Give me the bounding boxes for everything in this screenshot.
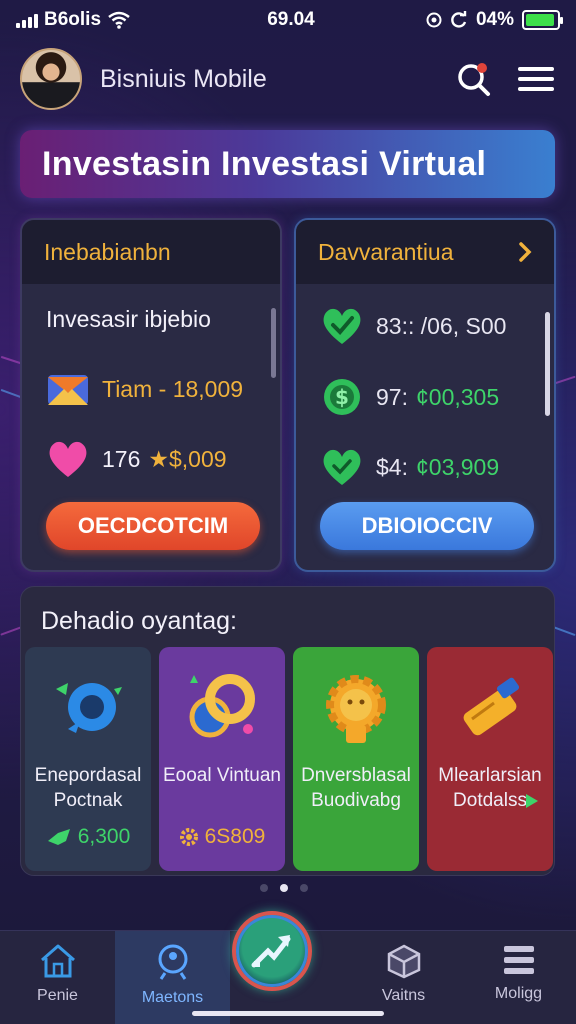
- battery-icon: [522, 10, 563, 30]
- trend-fab-button[interactable]: [232, 911, 312, 991]
- nav-label: Moligg: [494, 985, 543, 1002]
- row-prefix: 97:: [376, 383, 408, 410]
- home-indicator: [192, 1011, 384, 1016]
- list-item[interactable]: $ 97: ¢00,305: [296, 362, 554, 432]
- orange-gear-icon: [179, 828, 198, 846]
- battery-level: [526, 14, 555, 26]
- investment-card[interactable]: Enepordasal Poctnak 6,300: [25, 647, 151, 871]
- status-bar: B6olis 69.04 04%: [0, 0, 576, 40]
- card-title: Enepordasal Poctnak: [34, 765, 142, 811]
- card-value: 6,300: [77, 825, 131, 848]
- card-value: 6S809: [204, 825, 266, 848]
- list-item[interactable]: $4: ¢03,909: [296, 432, 554, 502]
- heart-icon: [46, 437, 90, 481]
- list-icon: [503, 946, 534, 974]
- secondary-action-button[interactable]: DBIOIOCCIV: [320, 502, 534, 550]
- nav-item-list[interactable]: Moligg: [461, 931, 576, 1024]
- row-prefix: 176: [102, 445, 141, 472]
- row-value: ★$,009: [148, 445, 227, 472]
- nav-label: Penie: [37, 987, 78, 1004]
- wifi-icon: [108, 11, 130, 29]
- home-icon: [40, 944, 75, 978]
- chevron-right-icon: [519, 242, 532, 262]
- bottom-nav: Penie Maetons Vaitns Moligg: [0, 911, 576, 1024]
- earnings-panel: Davvarantiua 83:: /06, S00 $ 97: ¢00,305: [294, 218, 556, 572]
- dollar-coin-icon: $: [320, 375, 364, 419]
- carrier-name: B6olis: [44, 9, 102, 30]
- target-icon: [426, 12, 442, 28]
- sync-icon: [451, 11, 467, 28]
- battery-percent: 04%: [475, 9, 514, 30]
- gear-face-icon: [316, 669, 396, 749]
- yellow-tool-icon: [450, 669, 530, 749]
- trend-fab-icon: [251, 935, 291, 968]
- search-person-icon: [158, 944, 187, 980]
- panel-header[interactable]: Davvarantiua: [296, 220, 554, 284]
- investment-card[interactable]: Eooal Vintuan 6S809: [159, 647, 285, 871]
- heart-check-icon: [320, 445, 364, 489]
- panel-subtitle: Invesasir ibjebio: [46, 306, 211, 332]
- scrollbar[interactable]: [271, 308, 276, 378]
- row-value: Tiam - 18,009: [102, 375, 244, 402]
- card-carousel[interactable]: Enepordasal Poctnak 6,300 Eooal Vintuan: [25, 647, 553, 871]
- scrollbar[interactable]: [545, 312, 550, 416]
- row-value: ¢03,909: [415, 453, 500, 480]
- check-shield-icon: [320, 304, 364, 348]
- hero-banner: Investasin Investasi Virtual: [20, 130, 555, 198]
- primary-action-button[interactable]: OECDCOTCIM: [46, 502, 260, 550]
- card-title: Eooal Vintuan: [163, 765, 281, 786]
- search-icon: [458, 63, 490, 96]
- portfolio-panel: Inebabianbn Invesasir ibjebio Tiam - 18,…: [20, 218, 282, 572]
- row-value: 83:: /06, S00: [376, 312, 507, 339]
- card-value-row: 6S809: [159, 825, 285, 849]
- page-dot-active[interactable]: [280, 884, 288, 892]
- svg-text:$: $: [335, 385, 349, 409]
- nav-label: Vaitns: [381, 987, 426, 1004]
- investment-card[interactable]: Mlearlarsian Dotdalss: [427, 647, 553, 871]
- menu-icon: [518, 67, 554, 91]
- panel-title: Davvarantiua: [318, 238, 454, 265]
- menu-button[interactable]: [516, 59, 556, 99]
- yellow-rings-icon: [182, 669, 262, 749]
- nav-item-home[interactable]: Penie: [0, 931, 115, 1024]
- section-title: Dehadio oyantag:: [41, 607, 237, 635]
- cube-icon: [387, 944, 420, 979]
- decorative-glow-line: [0, 626, 22, 636]
- card-title: Dnversblasal Buodivabg: [301, 765, 411, 811]
- row-value: ¢00,305: [415, 383, 500, 410]
- decorative-glow-line: [552, 625, 576, 637]
- list-item[interactable]: Tiam - 18,009: [22, 354, 280, 424]
- panel-header: Inebabianbn: [22, 220, 280, 284]
- status-time: 69.04: [267, 9, 315, 30]
- investment-card[interactable]: Dnversblasal Buodivabg: [293, 647, 419, 871]
- row-prefix: $4:: [376, 453, 408, 480]
- banner-title: Investasin Investasi Virtual: [42, 144, 487, 183]
- page-dot[interactable]: [260, 884, 268, 892]
- search-button[interactable]: [454, 59, 494, 99]
- list-item[interactable]: 176 ★$,009: [22, 424, 280, 494]
- blue-pin-icon: [48, 669, 128, 749]
- envelope-icon: [46, 367, 90, 411]
- play-icon: [526, 794, 538, 808]
- panel-title: Inebabianbn: [44, 238, 171, 265]
- card-value-row: 6,300: [25, 825, 151, 849]
- page-dot[interactable]: [300, 884, 308, 892]
- list-item[interactable]: 83:: /06, S00: [296, 290, 554, 362]
- app-name: Bisniuis Mobile: [100, 64, 267, 93]
- nav-label: Maetons: [141, 989, 204, 1006]
- avatar[interactable]: [20, 48, 82, 110]
- featured-section: Dehadio oyantag: Enepordasal Poctnak 6,3…: [20, 586, 555, 876]
- carousel-pagination: [260, 884, 308, 892]
- green-arrow-icon: [47, 829, 70, 845]
- signal-icon: [16, 12, 38, 28]
- app-header: Bisniuis Mobile: [20, 46, 556, 112]
